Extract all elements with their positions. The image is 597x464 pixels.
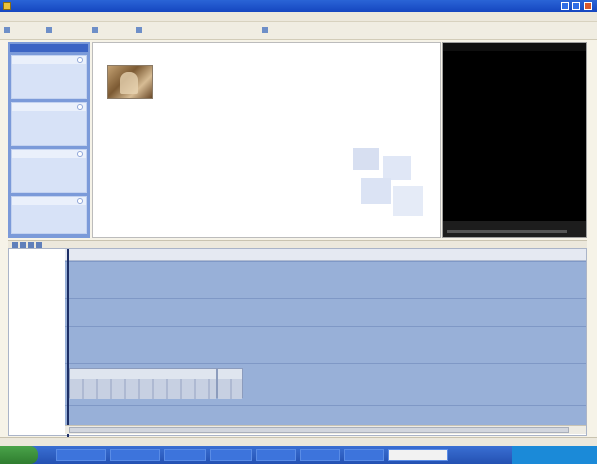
minimize-button[interactable]: [561, 2, 569, 10]
seek-bar[interactable]: [447, 230, 567, 233]
title-bar: [0, 0, 597, 12]
task-link[interactable]: [12, 178, 86, 183]
tasks-pane-header: [10, 44, 88, 52]
toolbar-new-button[interactable]: [4, 27, 12, 35]
task-section-header[interactable]: [12, 56, 86, 64]
taskbar-task[interactable]: [110, 449, 160, 461]
task-section-header[interactable]: [12, 197, 86, 205]
new-icon: [4, 27, 10, 33]
start-button[interactable]: [0, 446, 38, 464]
playback-controls: [443, 221, 586, 237]
main-toolbar: [0, 22, 597, 40]
close-button[interactable]: [584, 2, 592, 10]
app-icon: [3, 2, 11, 10]
taskbar-task[interactable]: [256, 449, 296, 461]
chevron-up-icon[interactable]: [77, 104, 83, 110]
task-section-finish: [11, 149, 87, 193]
timeline-ruler: [65, 249, 586, 261]
menu-bar: [0, 12, 597, 22]
task-section-header[interactable]: [12, 150, 86, 158]
toolbar-open-button[interactable]: [46, 27, 54, 35]
movie-tasks-pane: [8, 42, 90, 238]
video-track[interactable]: [65, 261, 586, 298]
film-watermark-icon: [353, 148, 423, 216]
toolbar-tasks-button[interactable]: [92, 27, 100, 35]
movie-maker-window: [0, 0, 597, 464]
timeline: [8, 248, 587, 437]
taskbar-task[interactable]: [344, 449, 384, 461]
timeline-toolbar: [8, 240, 587, 248]
taskbar-task[interactable]: [56, 449, 106, 461]
tasks-icon: [92, 27, 98, 33]
taskbar-task[interactable]: [210, 449, 252, 461]
taskbar-task[interactable]: [300, 449, 340, 461]
audio-clip[interactable]: [69, 368, 217, 399]
music-track[interactable]: [65, 363, 586, 405]
taskbar-task[interactable]: [164, 449, 206, 461]
system-tray: [512, 446, 597, 464]
toolbar-collections-button[interactable]: [136, 27, 144, 35]
scrollbar-thumb[interactable]: [69, 427, 569, 433]
task-section-tips: [11, 196, 87, 234]
chevron-up-icon[interactable]: [77, 198, 83, 204]
chevron-up-icon[interactable]: [77, 151, 83, 157]
playhead[interactable]: [67, 249, 69, 437]
collections-icon: [136, 27, 142, 33]
maximize-button[interactable]: [572, 2, 580, 10]
taskbar-task-active[interactable]: [388, 449, 448, 461]
task-section-edit: [11, 102, 87, 146]
monitor-title: [443, 43, 586, 51]
windows-taskbar: [0, 446, 597, 464]
task-link[interactable]: [12, 220, 86, 225]
preview-monitor: [442, 42, 587, 238]
folder-icon: [262, 27, 268, 33]
clip-thumbnail[interactable]: [107, 65, 153, 99]
title-overlay-track[interactable]: [65, 405, 586, 425]
transition-track[interactable]: [65, 298, 586, 326]
open-icon: [46, 27, 52, 33]
track-labels: [9, 261, 65, 435]
toolbar-collection-select[interactable]: [262, 27, 270, 35]
audio-clip[interactable]: [217, 368, 243, 399]
timeline-scrollbar[interactable]: [65, 425, 586, 434]
audio-track[interactable]: [65, 326, 586, 363]
task-link[interactable]: [12, 84, 86, 89]
collection-pane: [92, 42, 441, 238]
task-link[interactable]: [12, 131, 86, 136]
task-section-header[interactable]: [12, 103, 86, 111]
task-section-capture: [11, 55, 87, 99]
chevron-up-icon[interactable]: [77, 57, 83, 63]
preview-screen: [443, 51, 586, 221]
status-bar: [0, 437, 597, 446]
